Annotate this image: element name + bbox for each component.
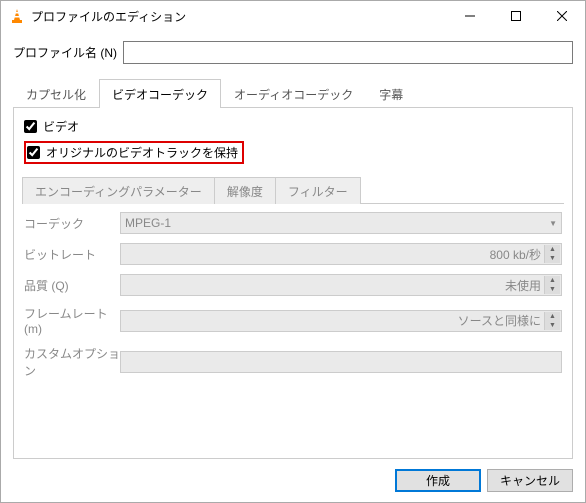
custom-input <box>120 351 562 373</box>
highlight-box: オリジナルのビデオトラックを保持 <box>24 141 244 164</box>
keep-original-label: オリジナルのビデオトラックを保持 <box>46 144 238 161</box>
footer: 作成 キャンセル <box>1 459 585 502</box>
codec-value: MPEG-1 <box>125 216 171 230</box>
custom-label: カスタムオプション <box>24 345 120 379</box>
tab-subtitles[interactable]: 字幕 <box>366 79 416 108</box>
quality-value: 未使用 <box>505 277 541 294</box>
tab-audio-codec[interactable]: オーディオコーデック <box>221 79 366 108</box>
framerate-spinner: ソースと同様に ▲▼ <box>120 310 562 332</box>
subtab-encoding-params[interactable]: エンコーディングパラメーター <box>22 177 214 204</box>
video-checkbox-label: ビデオ <box>43 118 79 135</box>
video-codec-panel: ビデオ オリジナルのビデオトラックを保持 エンコーディングパラメーター 解像度 … <box>13 108 573 459</box>
encoding-form: コーデック MPEG-1 ▼ ビットレート 800 kb/秒 ▲▼ 品質 (Q)… <box>22 204 564 450</box>
bitrate-label: ビットレート <box>24 246 120 263</box>
codec-select: MPEG-1 ▼ <box>120 212 562 234</box>
profile-name-label: プロファイル名 (N) <box>13 44 117 61</box>
keep-original-row: オリジナルのビデオトラックを保持 <box>22 141 564 164</box>
tab-video-codec[interactable]: ビデオコーデック <box>99 79 221 108</box>
chevron-down-icon: ▼ <box>549 219 557 228</box>
tab-encapsulation[interactable]: カプセル化 <box>13 79 99 108</box>
spinner-arrows: ▲▼ <box>544 312 560 330</box>
bitrate-value: 800 kb/秒 <box>490 246 541 263</box>
content: プロファイル名 (N) カプセル化 ビデオコーデック オーディオコーデック 字幕… <box>1 31 585 459</box>
cancel-button[interactable]: キャンセル <box>487 469 573 492</box>
video-checkbox-row: ビデオ <box>22 118 564 135</box>
subtab-resolution[interactable]: 解像度 <box>214 177 275 204</box>
close-button[interactable] <box>539 1 585 31</box>
quality-spinner: 未使用 ▲▼ <box>120 274 562 296</box>
subtab-filters[interactable]: フィルター <box>275 177 361 204</box>
maximize-button[interactable] <box>493 1 539 31</box>
create-button[interactable]: 作成 <box>395 469 481 492</box>
framerate-value: ソースと同様に <box>458 312 541 329</box>
bitrate-spinner: 800 kb/秒 ▲▼ <box>120 243 562 265</box>
titlebar: プロファイルのエディション <box>1 1 585 31</box>
main-tabs: カプセル化 ビデオコーデック オーディオコーデック 字幕 <box>13 78 573 108</box>
spinner-arrows: ▲▼ <box>544 276 560 294</box>
quality-label: 品質 (Q) <box>24 277 120 294</box>
minimize-button[interactable] <box>447 1 493 31</box>
framerate-label: フレームレート (m) <box>24 305 120 336</box>
vlc-icon <box>9 8 25 24</box>
sub-tabs: エンコーディングパラメーター 解像度 フィルター <box>22 176 564 204</box>
profile-name-input[interactable] <box>123 41 573 64</box>
codec-label: コーデック <box>24 215 120 232</box>
spinner-arrows: ▲▼ <box>544 245 560 263</box>
window-title: プロファイルのエディション <box>31 8 447 25</box>
window-controls <box>447 1 585 31</box>
video-checkbox[interactable] <box>24 120 37 133</box>
keep-original-checkbox[interactable] <box>27 146 40 159</box>
profile-name-row: プロファイル名 (N) <box>13 41 573 64</box>
